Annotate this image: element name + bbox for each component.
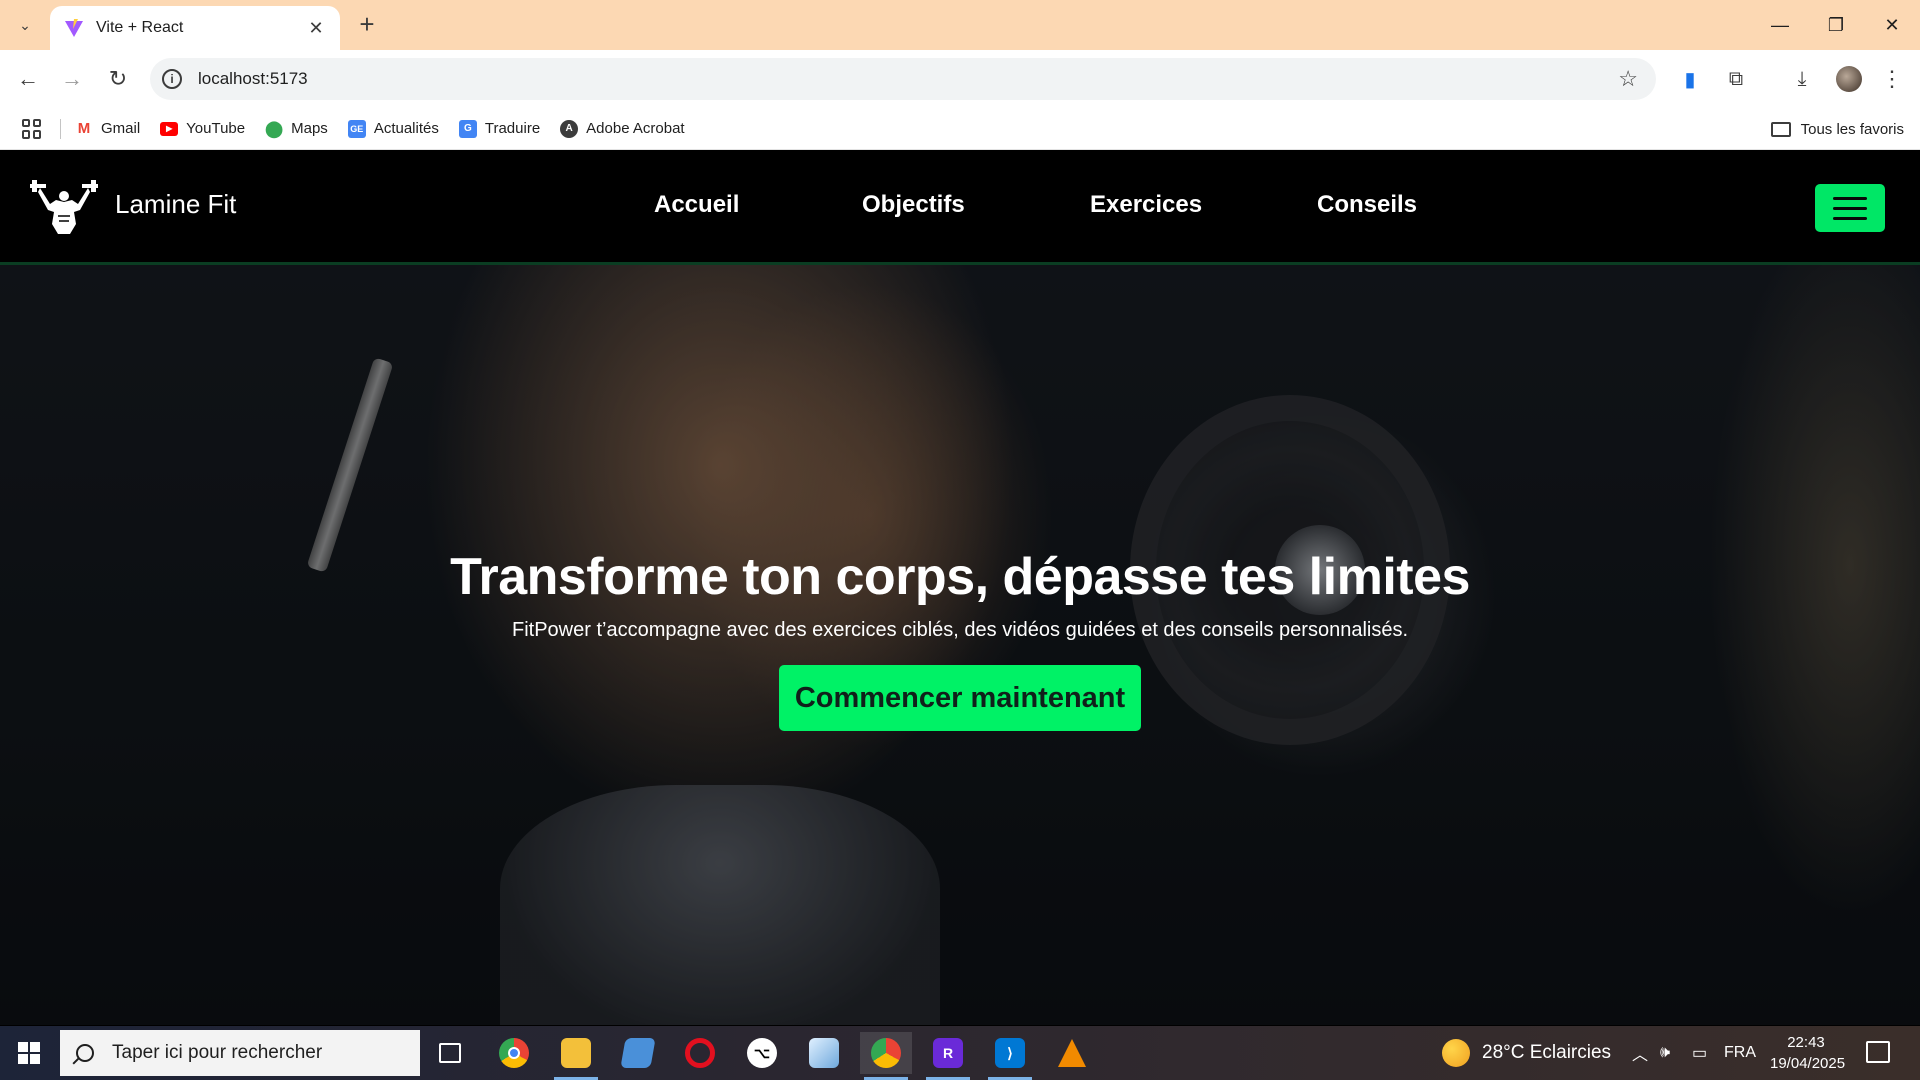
chrome-icon[interactable] (488, 1032, 540, 1074)
taskbar-search-box[interactable]: Taper ici pour rechercher (60, 1030, 420, 1076)
youtube-icon: ▶ (160, 121, 179, 136)
browser-tab[interactable]: Vite + React ✕ (50, 6, 340, 50)
volume-icon[interactable]: 🕪 (1660, 1026, 1670, 1080)
bodybuilder-logo-icon[interactable] (28, 178, 100, 236)
bookmark-label: YouTube (186, 120, 246, 137)
hamburger-line (1833, 196, 1867, 200)
language-indicator[interactable]: FRA (1724, 1026, 1756, 1080)
new-tab-button[interactable]: + (352, 10, 382, 40)
tab-search-button[interactable]: ⌄ (9, 9, 41, 41)
window-controls: — ❐ ✕ (1752, 0, 1920, 50)
notifications-icon[interactable] (1866, 1041, 1890, 1063)
more-menu-icon[interactable]: ⋮ (1876, 63, 1908, 95)
close-window-icon[interactable]: ✕ (1864, 0, 1920, 50)
nav-link-exercices[interactable]: Exercices (1090, 191, 1202, 219)
bookmark-label: Traduire (484, 120, 541, 137)
web-page: Lamine Fit Accueil Objectifs Exercices C… (0, 151, 1920, 1025)
computer-app-icon[interactable] (612, 1032, 664, 1074)
bookmark-translate[interactable]: G Traduire (458, 119, 541, 138)
chrome-profile-icon[interactable] (860, 1032, 912, 1080)
chevron-down-icon: ⌄ (19, 16, 31, 33)
battery-icon[interactable]: ▭ (1692, 1026, 1707, 1080)
taskbar: Taper ici pour rechercher ⌥ R ⟩ 28°C Ecl… (0, 1026, 1920, 1080)
download-icon[interactable]: ⤓ (1786, 63, 1818, 95)
hamburger-line (1833, 216, 1867, 220)
system-clock[interactable]: 22:43 19/04/2025 (1770, 1032, 1846, 1074)
hero-overlay (0, 265, 1920, 1025)
windows-start-icon[interactable] (18, 1042, 40, 1064)
all-bookmarks-label: Tous les favoris (1800, 120, 1904, 138)
bookmark-label: Actualités (373, 120, 439, 137)
search-placeholder: Taper ici pour rechercher (112, 1042, 323, 1063)
tab-strip: ⌄ Vite + React ✕ + — ❐ ✕ (0, 0, 1920, 50)
nav-link-accueil[interactable]: Accueil (654, 191, 739, 219)
back-icon[interactable]: ← (12, 63, 44, 95)
opera-icon[interactable] (674, 1032, 726, 1074)
close-tab-icon[interactable]: ✕ (306, 18, 326, 39)
apps-grid-icon[interactable] (22, 118, 42, 139)
forward-icon[interactable]: → (56, 63, 88, 95)
hamburger-menu-button[interactable] (1815, 184, 1885, 232)
news-icon: GE (347, 119, 366, 138)
bookmarks-bar: M Gmail ▶ YouTube ⬤ Maps GE Actualités G… (0, 108, 1920, 150)
url-text[interactable]: localhost:5173 (198, 69, 1618, 89)
reading-mode-icon[interactable]: ▮ (1674, 63, 1706, 95)
browser-toolbar: ← → ↻ i localhost:5173 ☆ ▮ ⧉ ⤓ ⋮ (0, 50, 1920, 108)
search-icon (76, 1044, 94, 1062)
clock-time: 22:43 (1787, 1034, 1825, 1051)
clock-date: 19/04/2025 (1770, 1055, 1846, 1072)
site-navbar: Lamine Fit Accueil Objectifs Exercices C… (0, 151, 1920, 265)
minimize-icon[interactable]: — (1752, 0, 1808, 50)
maps-icon: ⬤ (265, 120, 284, 138)
folder-icon (1770, 121, 1791, 137)
notes-app-icon[interactable] (798, 1032, 850, 1074)
bookmark-label: Maps (291, 120, 328, 137)
weather-widget[interactable]: 28°C Eclaircies (1442, 1026, 1611, 1080)
extensions-icon[interactable]: ⧉ (1720, 63, 1752, 95)
hamburger-line (1833, 206, 1867, 210)
start-now-button[interactable]: Commencer maintenant (779, 665, 1141, 731)
profile-avatar[interactable] (1836, 66, 1862, 92)
file-explorer-icon[interactable] (550, 1032, 602, 1080)
bookmark-acrobat[interactable]: A Adobe Acrobat (560, 119, 685, 138)
studio-app-icon[interactable]: R (922, 1032, 974, 1080)
acrobat-icon: A (560, 119, 579, 138)
bookmark-label: Gmail (101, 120, 141, 137)
site-info-icon[interactable]: i (162, 69, 182, 89)
restore-icon[interactable]: ❐ (1808, 0, 1864, 50)
bookmark-news[interactable]: GE Actualités (347, 119, 439, 138)
partly-sunny-icon (1442, 1039, 1470, 1067)
hero-section: Transforme ton corps, dépasse tes limite… (0, 265, 1920, 1025)
bookmark-youtube[interactable]: ▶ YouTube (160, 120, 245, 137)
hero-title: Transforme ton corps, dépasse tes limite… (450, 548, 1470, 606)
translate-icon: G (458, 119, 477, 138)
brand-name[interactable]: Lamine Fit (115, 189, 236, 220)
bookmarks-separator (60, 118, 61, 139)
hero-subtitle: FitPower t’accompagne avec des exercices… (511, 619, 1409, 641)
weather-text: 28°C Eclaircies (1482, 1042, 1612, 1063)
all-bookmarks[interactable]: Tous les favoris (1770, 108, 1904, 150)
bookmark-maps[interactable]: ⬤ Maps (265, 120, 328, 138)
task-view-icon[interactable] (424, 1032, 476, 1074)
vlc-icon[interactable] (1046, 1032, 1098, 1074)
nav-link-conseils[interactable]: Conseils (1317, 191, 1417, 219)
vscode-icon[interactable]: ⟩ (984, 1032, 1036, 1080)
nav-link-objectifs[interactable]: Objectifs (862, 191, 965, 219)
bookmark-gmail[interactable]: M Gmail (75, 120, 140, 138)
bookmark-star-icon[interactable]: ☆ (1618, 66, 1638, 92)
gmail-icon: M (77, 120, 91, 137)
address-bar[interactable]: i localhost:5173 ☆ (150, 58, 1656, 100)
show-hidden-icons-icon[interactable]: ︿ (1632, 1026, 1648, 1080)
github-icon[interactable]: ⌥ (736, 1032, 788, 1074)
reload-icon[interactable]: ↻ (102, 63, 134, 95)
tab-title: Vite + React (96, 19, 184, 36)
bookmark-label: Adobe Acrobat (586, 120, 685, 137)
vite-logo-icon (65, 19, 83, 37)
